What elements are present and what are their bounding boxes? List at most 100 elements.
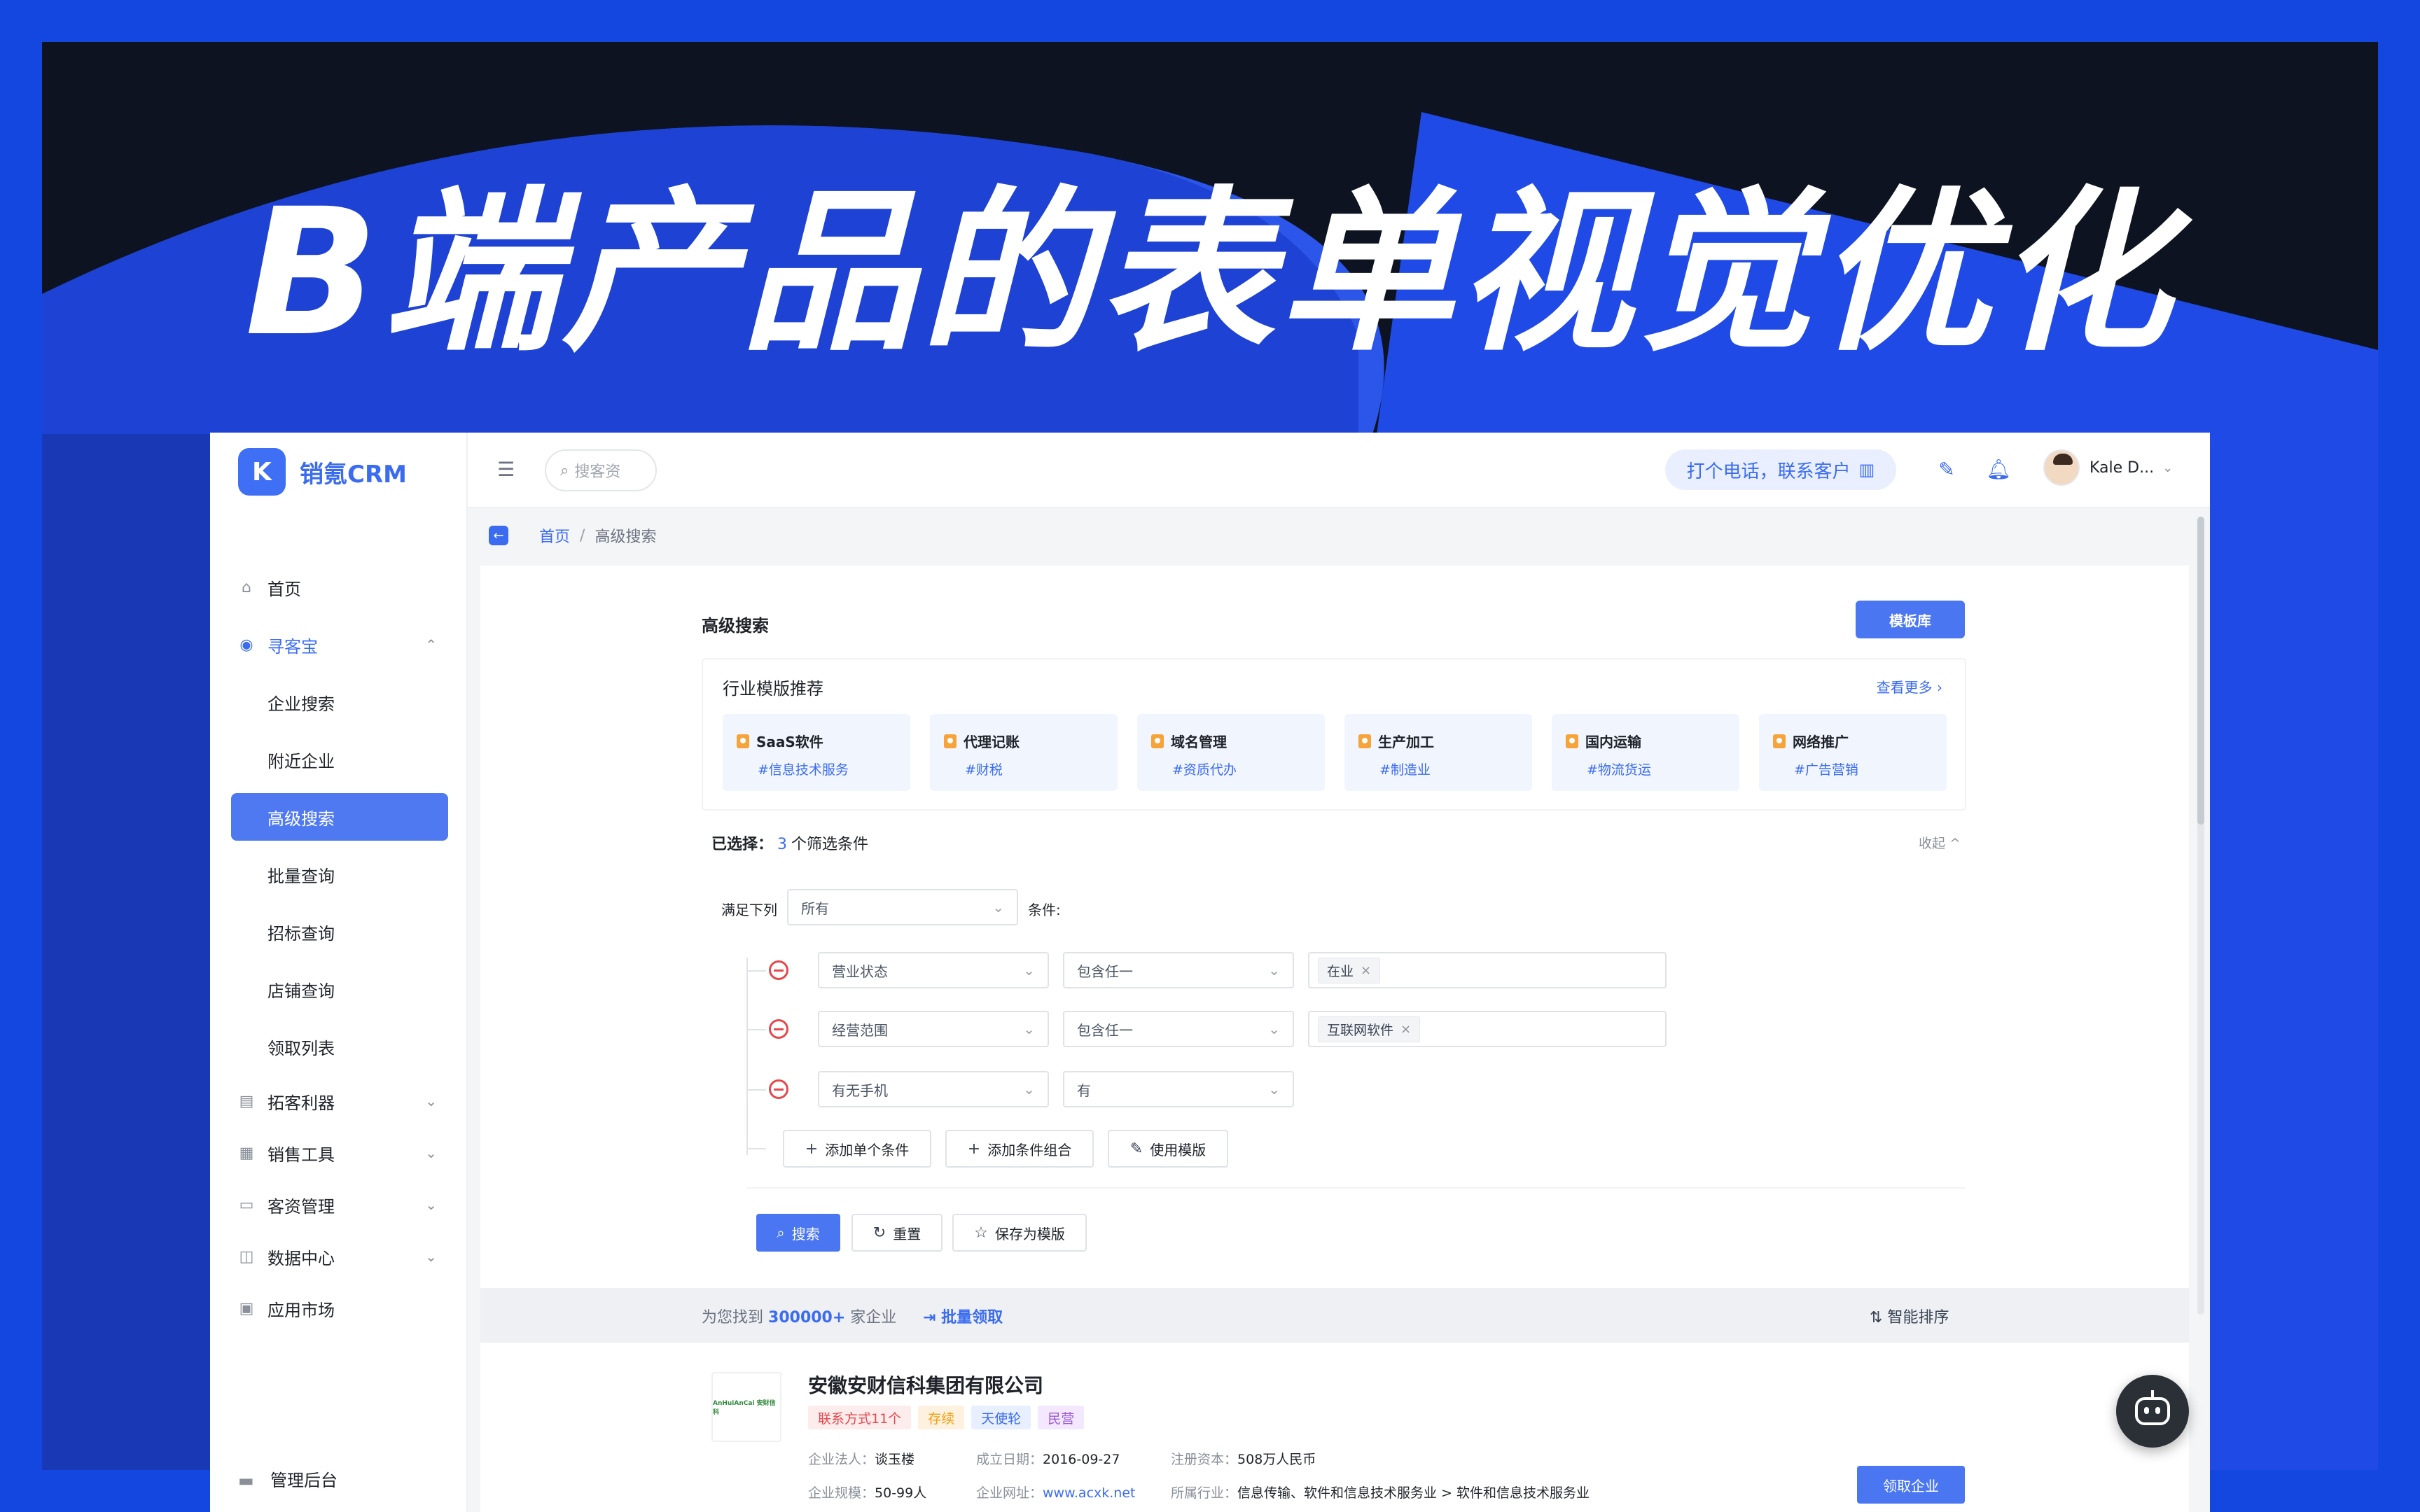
match-select[interactable]: 所有 ⌄ bbox=[787, 889, 1018, 925]
condition-field-value: 营业状态 bbox=[832, 962, 888, 980]
condition-field-select[interactable]: 有无手机 ⌄ bbox=[818, 1071, 1049, 1107]
remove-condition-icon[interactable] bbox=[769, 960, 788, 980]
match-suffix: 条件: bbox=[1028, 902, 1061, 918]
sidebar-item-label: 管理后台 bbox=[270, 1471, 338, 1490]
condition-value-input[interactable]: 互联网软件 × bbox=[1308, 1011, 1667, 1047]
menu-toggle-icon[interactable]: ☰ bbox=[497, 458, 520, 481]
view-more-link[interactable]: 查看更多 › bbox=[1877, 676, 1942, 696]
tag-status: 存续 bbox=[918, 1406, 965, 1429]
sidebar-sub-company-search[interactable]: 企业搜索 bbox=[231, 673, 448, 731]
value-chip-label: 互联网软件 bbox=[1327, 1022, 1394, 1038]
company-name[interactable]: 安徽安财信科集团有限公司 bbox=[808, 1371, 1043, 1399]
chevron-down-icon: ⌄ bbox=[425, 1248, 437, 1265]
user-name: Kale D... bbox=[2089, 458, 2155, 477]
sidebar-sub-batch-query[interactable]: 批量查询 bbox=[231, 846, 448, 903]
sidebar-item-data-center[interactable]: ◫ 数据中心 ⌄ bbox=[231, 1231, 448, 1282]
call-customer-button[interactable]: 打个电话，联系客户 ▥ bbox=[1665, 449, 1896, 490]
bookmark-icon bbox=[1358, 734, 1371, 748]
sidebar-item-label: 应用市场 bbox=[267, 1300, 335, 1320]
claim-company-button[interactable]: 领取企业 bbox=[1857, 1466, 1965, 1504]
company-tags: 联系方式11个 存续 天使轮 民营 bbox=[808, 1406, 1085, 1429]
reset-button[interactable]: ↻ 重置 bbox=[851, 1214, 943, 1252]
use-template-button[interactable]: ✎ 使用模版 bbox=[1108, 1130, 1228, 1168]
condition-op-select[interactable]: 包含任一 ⌄ bbox=[1063, 952, 1294, 988]
sidebar-item-xunkebao[interactable]: ◉ 寻客宝 ⌃ bbox=[231, 616, 448, 673]
condition-value-input[interactable]: 在业 × bbox=[1308, 952, 1667, 988]
industry-card[interactable]: 国内运输 #物流货运 bbox=[1552, 714, 1739, 791]
company-card: AnHuiAnCai 安财信科 安徽安财信科集团有限公司 联系方式11个 存续 … bbox=[480, 1343, 2189, 1512]
condition-field-value: 经营范围 bbox=[832, 1021, 888, 1039]
save-template-button[interactable]: ☆ 保存为模版 bbox=[952, 1214, 1087, 1252]
industry-card[interactable]: 生产加工 #制造业 bbox=[1344, 714, 1532, 791]
add-condition-button[interactable]: + 添加单个条件 bbox=[783, 1130, 931, 1168]
notes-icon[interactable]: ✎ bbox=[1935, 458, 1958, 481]
search-input[interactable]: ⌕ 搜客资 bbox=[545, 449, 657, 491]
chevron-down-icon: ⌄ bbox=[1268, 1021, 1280, 1037]
sidebar-item-customer-mgmt[interactable]: ▭ 客资管理 ⌄ bbox=[231, 1179, 448, 1231]
tree-branch bbox=[746, 1029, 766, 1030]
sidebar-item-app-market[interactable]: ▣ 应用市场 bbox=[231, 1282, 448, 1334]
tag-ownership: 民营 bbox=[1038, 1406, 1085, 1429]
founded-date: 成立日期：2016-09-27 bbox=[976, 1449, 1120, 1468]
admin-icon: ▬ bbox=[238, 1470, 254, 1490]
industry-templates: 行业模版推荐 查看更多 › SaaS软件 #信息技术服务 代理记账 #财税 域名… bbox=[702, 658, 1966, 811]
condition-field-value: 有无手机 bbox=[832, 1082, 888, 1099]
tree-branch bbox=[746, 1089, 766, 1091]
close-icon[interactable]: × bbox=[1361, 963, 1371, 978]
sidebar-item-sales-tools[interactable]: ▦ 销售工具 ⌄ bbox=[231, 1127, 448, 1179]
chevron-up-icon: ⌃ bbox=[425, 636, 437, 653]
bell-icon[interactable]: 🔔︎ bbox=[1986, 458, 2011, 481]
industry-card-tag: #资质代办 bbox=[1172, 762, 1237, 778]
breadcrumb-current: 高级搜索 bbox=[594, 528, 657, 546]
site-link[interactable]: www.acxk.net bbox=[1043, 1485, 1135, 1501]
condition-field-select[interactable]: 营业状态 ⌄ bbox=[818, 952, 1049, 988]
selected-summary: 已选择： 3 个筛选条件 bbox=[711, 832, 868, 854]
sidebar-sub-claim-list[interactable]: 领取列表 bbox=[231, 1018, 448, 1075]
chevron-down-icon: ⌄ bbox=[1023, 1021, 1035, 1037]
industry-card[interactable]: 域名管理 #资质代办 bbox=[1137, 714, 1325, 791]
sidebar-sub-store-query[interactable]: 店铺查询 bbox=[231, 960, 448, 1018]
user-menu[interactable]: Kale D... ⌄ bbox=[2043, 449, 2173, 486]
value-chip-label: 在业 bbox=[1327, 963, 1354, 979]
remove-condition-icon[interactable] bbox=[769, 1079, 788, 1099]
sidebar-item-tuokeliqi[interactable]: ▤ 拓客利器 ⌄ bbox=[231, 1075, 448, 1127]
capital-label: 注册资本： bbox=[1171, 1452, 1238, 1467]
refresh-icon: ↻ bbox=[872, 1224, 886, 1242]
sidebar-item-home[interactable]: ⌂ 首页 bbox=[231, 559, 448, 616]
tree-branch bbox=[746, 970, 766, 972]
selected-suffix: 个筛选条件 bbox=[791, 836, 869, 853]
back-icon[interactable]: ← bbox=[489, 526, 508, 545]
result-count: 为您找到 300000+ 家企业 bbox=[702, 1305, 896, 1327]
search-button[interactable]: ⌕ 搜索 bbox=[756, 1214, 840, 1252]
industry-card[interactable]: SaaS软件 #信息技术服务 bbox=[723, 714, 910, 791]
smart-sort-button[interactable]: ⇅ 智能排序 bbox=[1870, 1305, 1949, 1327]
remove-condition-icon[interactable] bbox=[769, 1019, 788, 1039]
condition-op-select[interactable]: 有 ⌄ bbox=[1063, 1071, 1294, 1107]
template-library-button[interactable]: 模板库 bbox=[1856, 601, 1965, 638]
add-condition-group-button[interactable]: + 添加条件组合 bbox=[945, 1130, 1094, 1168]
logo[interactable]: K 销氪CRM bbox=[238, 447, 407, 497]
assistant-robot-button[interactable] bbox=[2116, 1375, 2189, 1448]
condition-op-select[interactable]: 包含任一 ⌄ bbox=[1063, 1011, 1294, 1047]
home-icon: ⌂ bbox=[242, 578, 251, 596]
save-template-label: 保存为模版 bbox=[994, 1225, 1065, 1242]
crm-icon: ▭ bbox=[239, 1196, 254, 1214]
industry-card[interactable]: 代理记账 #财税 bbox=[930, 714, 1118, 791]
close-icon[interactable]: × bbox=[1400, 1022, 1411, 1037]
collapse-toggle[interactable]: 收起 ^ bbox=[1919, 833, 1961, 852]
sidebar-item-label: 客资管理 bbox=[267, 1196, 335, 1217]
scrollbar[interactable] bbox=[2197, 517, 2204, 1315]
sidebar-nav: ⌂ 首页 ◉ 寻客宝 ⌃ 企业搜索 附近企业 高级搜索 批量查询 招标查询 店铺… bbox=[231, 559, 448, 1334]
id-card-icon: ▤ bbox=[239, 1092, 254, 1110]
batch-claim-button[interactable]: ⇥ 批量领取 bbox=[923, 1305, 1003, 1327]
industry-card[interactable]: 网络推广 #广告营销 bbox=[1759, 714, 1947, 791]
sidebar-item-admin[interactable]: ▬ 管理后台 bbox=[238, 1466, 338, 1491]
breadcrumb-home[interactable]: 首页 bbox=[539, 524, 570, 547]
sort-label: 智能排序 bbox=[1887, 1309, 1949, 1326]
industry-card-name: 域名管理 bbox=[1171, 734, 1227, 750]
sidebar-sub-nearby[interactable]: 附近企业 bbox=[231, 731, 448, 788]
sidebar-sub-bid-query[interactable]: 招标查询 bbox=[231, 903, 448, 960]
condition-field-select[interactable]: 经营范围 ⌄ bbox=[818, 1011, 1049, 1047]
legal-value: 谈玉楼 bbox=[875, 1452, 915, 1467]
sidebar-sub-advanced-search[interactable]: 高级搜索 bbox=[231, 793, 448, 841]
